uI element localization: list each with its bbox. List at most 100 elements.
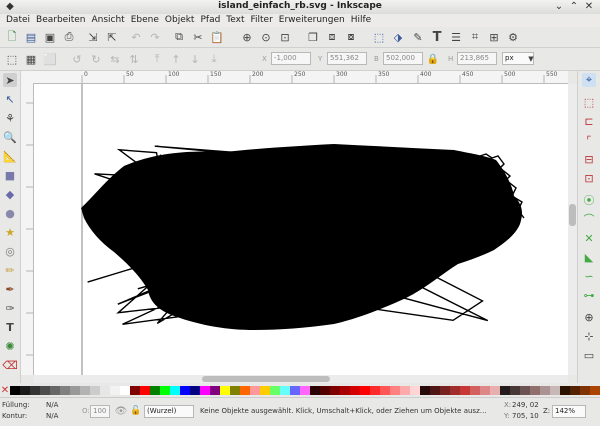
palette-swatch[interactable]	[230, 385, 240, 395]
menu-pfad[interactable]: Pfad	[200, 14, 220, 27]
menu-text[interactable]: Text	[226, 14, 244, 27]
text-font-icon[interactable]: T	[430, 30, 444, 45]
zoom-tool-icon[interactable]: 🔍	[3, 130, 17, 144]
align-distribute-icon[interactable]: ⊞	[487, 30, 501, 44]
snap-path-icon[interactable]: ⌒	[582, 212, 596, 226]
palette-swatch[interactable]	[260, 385, 270, 395]
palette-swatch[interactable]	[540, 385, 550, 395]
xml-editor-icon[interactable]: ⌗	[468, 30, 482, 44]
lower-bottom-icon[interactable]: ⤓	[207, 52, 221, 66]
palette-swatch[interactable]	[110, 385, 120, 395]
text-tool-icon[interactable]: T	[3, 320, 17, 334]
palette-swatch[interactable]	[320, 385, 330, 395]
palette-swatch[interactable]	[390, 385, 400, 395]
layers-icon[interactable]: ☰	[449, 30, 463, 44]
palette-swatch[interactable]	[10, 385, 20, 395]
palette-swatch[interactable]	[210, 385, 220, 395]
palette-swatch[interactable]	[310, 385, 320, 395]
palette-swatch[interactable]	[500, 385, 510, 395]
spiral-tool-icon[interactable]: ◎	[3, 244, 17, 258]
export-icon[interactable]: ⇱	[105, 30, 119, 44]
palette-swatch[interactable]	[240, 385, 250, 395]
palette-swatch[interactable]	[170, 385, 180, 395]
menu-objekt[interactable]: Objekt	[165, 14, 195, 27]
palette-swatch[interactable]	[460, 385, 470, 395]
palette-swatch[interactable]	[190, 385, 200, 395]
redo-icon[interactable]: ↷	[148, 30, 162, 44]
palette-swatch[interactable]	[180, 385, 190, 395]
palette-swatch[interactable]	[290, 385, 300, 395]
group-icon[interactable]: ⬚	[372, 30, 386, 44]
palette-swatch[interactable]	[570, 385, 580, 395]
palette-swatch[interactable]	[280, 385, 290, 395]
raise-icon[interactable]: ↑	[169, 52, 183, 66]
calligraphy-tool-icon[interactable]: ✑	[3, 301, 17, 315]
minimize-icon[interactable]: ⌄	[553, 1, 565, 13]
palette-swatch[interactable]	[60, 385, 70, 395]
menu-hilfe[interactable]: Hilfe	[351, 14, 371, 27]
palette-swatch[interactable]	[380, 385, 390, 395]
import-icon[interactable]: ⇲	[86, 30, 100, 44]
node-tool-icon[interactable]: ↖	[3, 92, 17, 106]
palette-swatch[interactable]	[250, 385, 260, 395]
palette-swatch[interactable]	[40, 385, 50, 395]
tweak-tool-icon[interactable]: ⚘	[3, 111, 17, 125]
palette-swatch[interactable]	[140, 385, 150, 395]
cut-icon[interactable]: ✂	[191, 30, 205, 44]
rectangle-tool-icon[interactable]: ■	[3, 168, 17, 182]
palette-swatch[interactable]	[220, 385, 230, 395]
palette-swatch[interactable]	[520, 385, 530, 395]
fill-stroke-icon[interactable]: ✎	[411, 30, 425, 44]
maximize-icon[interactable]: ⌃	[568, 1, 580, 13]
palette-swatch[interactable]	[70, 385, 80, 395]
opacity-field[interactable]: 100	[90, 405, 110, 418]
snap-bbox-midpoint-icon[interactable]: ⊟	[582, 152, 596, 166]
palette-swatch[interactable]	[550, 385, 560, 395]
spray-tool-icon[interactable]: ✺	[3, 339, 17, 353]
close-icon[interactable]: ✕	[583, 1, 595, 13]
palette-swatch[interactable]	[350, 385, 360, 395]
palette-swatch[interactable]	[360, 385, 370, 395]
palette-swatch[interactable]	[270, 385, 280, 395]
snap-rotation-center-icon[interactable]: ⊹	[582, 329, 596, 343]
save-icon[interactable]: ▣	[43, 30, 57, 44]
palette-swatch[interactable]	[330, 385, 340, 395]
flip-horizontal-icon[interactable]: ⇆	[108, 52, 122, 66]
palette-swatch[interactable]	[580, 385, 590, 395]
height-field[interactable]: 213,865	[457, 52, 497, 65]
pen-tool-icon[interactable]: ✒	[3, 282, 17, 296]
raise-top-icon[interactable]: ⤒	[150, 52, 164, 66]
star-tool-icon[interactable]: ★	[3, 225, 17, 239]
chevron-down-icon[interactable]: ▼	[524, 52, 538, 66]
deselect-icon[interactable]: ⬜	[43, 52, 57, 66]
lower-icon[interactable]: ↓	[188, 52, 202, 66]
3d-box-tool-icon[interactable]: ◆	[3, 187, 17, 201]
palette-swatch[interactable]	[480, 385, 490, 395]
palette-swatch[interactable]	[20, 385, 30, 395]
menu-erweiterungen[interactable]: Erweiterungen	[279, 14, 345, 27]
palette-swatch[interactable]	[100, 385, 110, 395]
menu-bearbeiten[interactable]: Bearbeiten	[36, 14, 85, 27]
clone-icon[interactable]: ⧈	[325, 30, 339, 44]
open-icon[interactable]: ▤	[24, 30, 38, 44]
palette-swatch[interactable]	[130, 385, 140, 395]
drawing-canvas[interactable]	[34, 84, 568, 375]
print-icon[interactable]: ⎙	[62, 30, 76, 44]
menu-datei[interactable]: Datei	[6, 14, 30, 27]
snap-intersection-icon[interactable]: ✕	[582, 231, 596, 245]
horizontal-scroll-thumb[interactable]	[202, 376, 330, 382]
snap-center-icon[interactable]: ⊕	[582, 310, 596, 324]
zoom-selection-icon[interactable]: ⊕	[240, 30, 254, 44]
y-field[interactable]: 551,362	[327, 52, 367, 65]
rotate-cw-icon[interactable]: ↻	[89, 52, 103, 66]
copy-icon[interactable]: ⧉	[172, 30, 186, 44]
flip-vertical-icon[interactable]: ⇅	[127, 52, 141, 66]
layer-select[interactable]: (Wurzel)	[144, 405, 194, 418]
snap-midpoint-icon[interactable]: ⊶	[582, 288, 596, 302]
palette-swatch[interactable]	[50, 385, 60, 395]
snap-page-icon[interactable]: ▭	[582, 348, 596, 362]
ungroup-icon[interactable]: ⬗	[391, 30, 405, 44]
pencil-tool-icon[interactable]: ✏	[3, 263, 17, 277]
palette-swatch[interactable]	[450, 385, 460, 395]
preferences-icon[interactable]: ⚙	[506, 30, 520, 44]
